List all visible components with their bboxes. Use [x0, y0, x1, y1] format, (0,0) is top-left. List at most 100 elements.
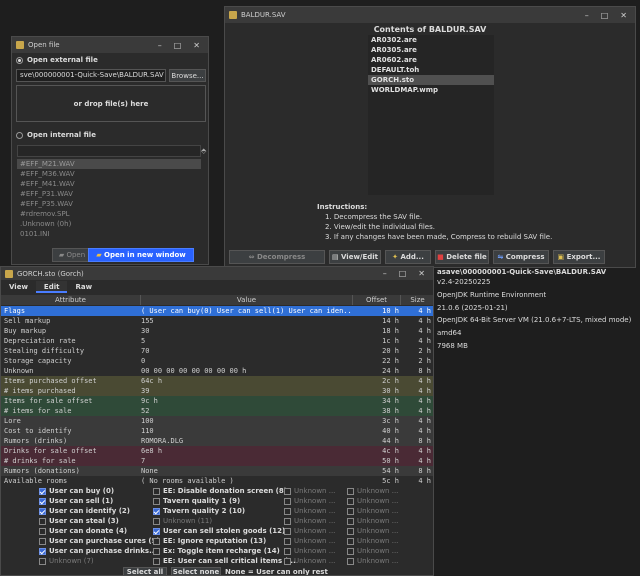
- internal-filter-input[interactable]: [17, 145, 201, 157]
- flag-checkbox[interactable]: User can steal (3): [39, 517, 119, 525]
- table-row[interactable]: Flags ( User can buy(0) User can sell(1) …: [1, 306, 433, 316]
- export-button[interactable]: ▣ Export...: [553, 250, 605, 264]
- flag-checkbox[interactable]: Unknown ...: [347, 517, 398, 525]
- list-item[interactable]: GORCH.sto: [368, 75, 494, 85]
- minimize-icon[interactable]: –: [585, 11, 589, 20]
- flag-checkbox[interactable]: Unknown ...: [284, 537, 335, 545]
- table-row[interactable]: Storage capacity 0 22 h 2 h: [1, 356, 433, 366]
- table-row[interactable]: Stealing difficulty 70 20 h 2 h: [1, 346, 433, 356]
- open-button[interactable]: ▰ Open: [52, 248, 92, 262]
- close-icon[interactable]: ✕: [193, 41, 200, 50]
- table-row[interactable]: Cost to identify 110 40 h 4 h: [1, 426, 433, 436]
- internal-file-radio[interactable]: Open internal file: [16, 131, 96, 139]
- list-item[interactable]: WORLDMAP.wmp: [368, 85, 494, 95]
- table-row[interactable]: Unknown 00 00 00 00 00 00 00 00 h 24 h 8 h: [1, 366, 433, 376]
- flag-checkbox[interactable]: User can donate (4): [39, 527, 127, 535]
- open-titlebar[interactable]: Open file – □ ✕: [12, 37, 208, 53]
- flag-checkbox[interactable]: Unknown ...: [347, 547, 398, 555]
- col-attribute[interactable]: Attribute: [1, 295, 141, 305]
- table-row[interactable]: Rumors (drinks) ROMORA.DLG 44 h 8 h: [1, 436, 433, 446]
- table-row[interactable]: # items for sale 52 38 h 4 h: [1, 406, 433, 416]
- flag-checkbox[interactable]: Unknown (7): [39, 557, 94, 565]
- flag-checkbox[interactable]: Unknown ...: [284, 487, 335, 495]
- internal-file-list[interactable]: #EFF_M21.WAV #EFF_M36.WAV #EFF_M41.WAV #EFF…: [17, 159, 201, 239]
- list-item[interactable]: .Unknown (0h): [17, 219, 201, 229]
- flag-checkbox[interactable]: Unknown ...: [284, 497, 335, 505]
- close-icon[interactable]: ✕: [620, 11, 627, 20]
- table-row[interactable]: Depreciation rate 5 1c h 4 h: [1, 336, 433, 346]
- table-row[interactable]: Drinks for sale offset 6e8 h 4c h 4 h: [1, 446, 433, 456]
- flag-checkbox[interactable]: Unknown ...: [284, 527, 335, 535]
- table-row[interactable]: Items purchased offset 64c h 2c h 4 h: [1, 376, 433, 386]
- flag-checkbox[interactable]: User can purchase drinks...: [39, 547, 157, 555]
- flag-checkbox[interactable]: Unknown ...: [347, 487, 398, 495]
- add-button[interactable]: ✦ Add...: [385, 250, 431, 264]
- list-item[interactable]: #EFF_M41.WAV: [17, 179, 201, 189]
- list-item[interactable]: #EFF_M36.WAV: [17, 169, 201, 179]
- decompress-button[interactable]: ⇔ Decompress: [229, 250, 325, 264]
- external-file-radio[interactable]: Open external file: [16, 56, 98, 64]
- path-input[interactable]: sve\000000001-Quick-Save\BALDUR.SAV: [16, 69, 166, 82]
- select-all-button[interactable]: Select all: [123, 567, 167, 575]
- flag-checkbox[interactable]: Unknown ...: [284, 517, 335, 525]
- tab-raw[interactable]: Raw: [67, 281, 100, 293]
- flag-checkbox[interactable]: Unknown ...: [284, 557, 335, 565]
- flag-checkbox[interactable]: User can identify (2): [39, 507, 130, 515]
- col-size[interactable]: Size: [401, 295, 433, 305]
- flag-checkbox[interactable]: Unknown ...: [347, 537, 398, 545]
- minimize-icon[interactable]: –: [158, 41, 162, 50]
- flag-checkbox[interactable]: Tavern quality 1 (9): [153, 497, 240, 505]
- flag-checkbox[interactable]: EE: User can sell critical items (...: [153, 557, 296, 565]
- sav-titlebar[interactable]: BALDUR.SAV – □ ✕: [225, 7, 635, 23]
- list-item[interactable]: AR0302.are: [368, 35, 494, 45]
- flag-checkbox[interactable]: Ex: Toggle item recharge (14): [153, 547, 280, 555]
- col-value[interactable]: Value: [141, 295, 353, 305]
- maximize-icon[interactable]: □: [601, 11, 609, 20]
- drop-zone[interactable]: or drop file(s) here: [16, 85, 206, 122]
- select-none-button[interactable]: Select none: [171, 567, 221, 575]
- open-new-window-button[interactable]: ▰ Open in new window: [88, 248, 194, 262]
- flag-checkbox[interactable]: Unknown ...: [347, 507, 398, 515]
- tab-edit[interactable]: Edit: [35, 281, 68, 293]
- table-row[interactable]: Rumors (donations) None 54 h 8 h: [1, 466, 433, 476]
- flag-checkbox[interactable]: User can purchase cures (5): [39, 537, 160, 545]
- flag-checkbox[interactable]: Unknown (11): [153, 517, 212, 525]
- table-row[interactable]: # items purchased 39 30 h 4 h: [1, 386, 433, 396]
- flag-checkbox[interactable]: Unknown ...: [347, 557, 398, 565]
- table-row[interactable]: Items for sale offset 9c h 34 h 4 h: [1, 396, 433, 406]
- list-item[interactable]: DEFAULT.toh: [368, 65, 494, 75]
- maximize-icon[interactable]: □: [174, 41, 182, 50]
- browse-button[interactable]: Browse...: [169, 69, 206, 82]
- list-item[interactable]: #EFF_P31.WAV: [17, 189, 201, 199]
- table-row[interactable]: Available rooms ( No rooms available ) 5c …: [1, 476, 433, 486]
- col-offset[interactable]: Offset: [353, 295, 401, 305]
- flag-checkbox[interactable]: User can buy (0): [39, 487, 114, 495]
- compress-button[interactable]: ⇋ Compress: [493, 250, 549, 264]
- flag-checkbox[interactable]: EE: Ignore reputation (13): [153, 537, 266, 545]
- file-list[interactable]: AR0302.are AR0305.are AR0602.are DEFAULT.to…: [368, 35, 494, 195]
- table-row[interactable]: Lore 100 3c h 4 h: [1, 416, 433, 426]
- minimize-icon[interactable]: –: [383, 269, 387, 278]
- flag-checkbox[interactable]: Unknown ...: [347, 497, 398, 505]
- close-icon[interactable]: ✕: [418, 269, 425, 278]
- flag-checkbox[interactable]: Unknown ...: [284, 507, 335, 515]
- flag-checkbox[interactable]: Tavern quality 2 (10): [153, 507, 245, 515]
- list-item[interactable]: AR0305.are: [368, 45, 494, 55]
- flag-checkbox[interactable]: User can sell (1): [39, 497, 113, 505]
- list-item[interactable]: #EFF_P35.WAV: [17, 199, 201, 209]
- pin-icon[interactable]: ⬘: [201, 147, 206, 155]
- table-row[interactable]: Sell markup 155 14 h 4 h: [1, 316, 433, 326]
- list-item[interactable]: #rdremov.SPL: [17, 209, 201, 219]
- list-item[interactable]: AR0602.are: [368, 55, 494, 65]
- table-row[interactable]: Buy markup 30 18 h 4 h: [1, 326, 433, 336]
- maximize-icon[interactable]: □: [399, 269, 407, 278]
- list-item[interactable]: 0101.INI: [17, 229, 201, 239]
- flag-checkbox[interactable]: User can sell stolen goods (12): [153, 527, 285, 535]
- view-edit-button[interactable]: ▤ View/Edit: [329, 250, 381, 264]
- flag-checkbox[interactable]: EE: Disable donation screen (8): [153, 487, 287, 495]
- list-item[interactable]: #EFF_M21.WAV: [17, 159, 201, 169]
- delete-file-button[interactable]: ■ Delete file: [435, 250, 489, 264]
- flag-checkbox[interactable]: Unknown ...: [347, 527, 398, 535]
- tab-view[interactable]: View: [1, 281, 36, 293]
- table-row[interactable]: # drinks for sale 7 50 h 4 h: [1, 456, 433, 466]
